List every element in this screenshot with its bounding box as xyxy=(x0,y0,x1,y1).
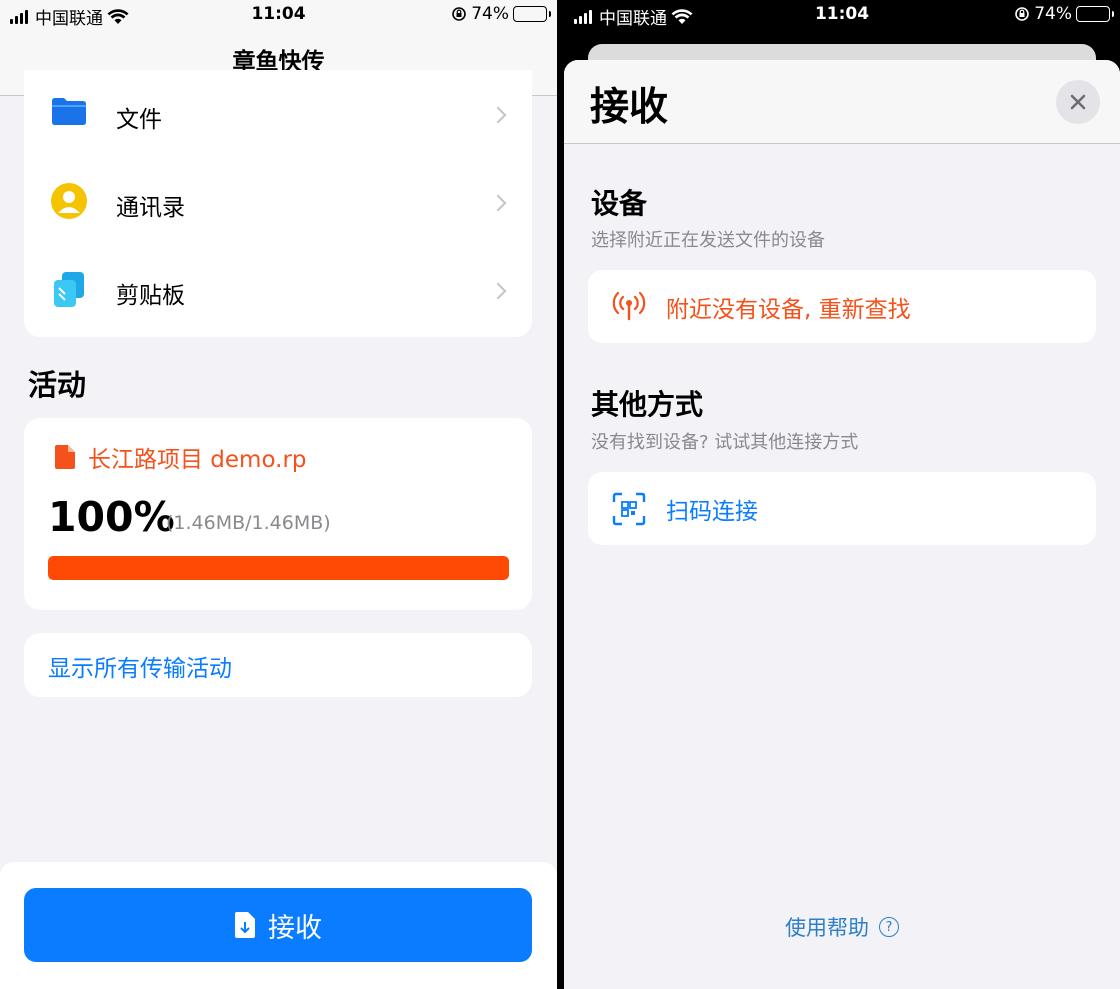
show-all-card[interactable]: 显示所有传输活动 xyxy=(24,633,532,697)
clipboard-icon xyxy=(54,272,84,307)
devices-subtitle: 选择附近正在发送文件的设备 xyxy=(591,230,825,251)
contact-icon xyxy=(51,183,87,219)
status-bar: 中国联通 11:04 74% xyxy=(564,0,1120,30)
progress-percent: 100% xyxy=(48,493,175,541)
progress-bar xyxy=(48,556,509,580)
devices-heading: 设备 xyxy=(591,187,648,220)
close-button[interactable] xyxy=(1056,80,1100,124)
chevron-right-icon xyxy=(489,194,507,212)
question-icon: ? xyxy=(879,917,899,937)
close-icon xyxy=(1070,94,1086,110)
help-link[interactable]: 使用帮助 ? xyxy=(564,912,1120,942)
battery-icon xyxy=(513,6,551,22)
receive-label: 接收 xyxy=(268,912,322,944)
orientation-lock-icon xyxy=(452,7,467,21)
menu-label: 通讯录 xyxy=(116,195,185,221)
scan-connect-text: 扫码连接 xyxy=(666,499,758,525)
other-methods-subtitle: 没有找到设备? 试试其他连接方式 xyxy=(591,432,859,453)
broadcast-icon xyxy=(612,291,646,321)
receive-modal: 接收 设备 选择附近正在发送文件的设备 附近没有设备, 重新查找 其他方式 没有… xyxy=(564,60,1120,989)
rescan-text: 附近没有设备, 重新查找 xyxy=(666,297,911,323)
activity-file: 长江路项目 demo.rp xyxy=(54,440,307,474)
menu-item-contacts[interactable]: 通讯录 xyxy=(24,158,532,246)
other-methods-heading: 其他方式 xyxy=(591,388,704,421)
file-name: 长江路项目 demo.rp xyxy=(88,447,307,473)
receive-button[interactable]: 接收 xyxy=(24,888,532,962)
receive-screen: 中国联通 11:04 74% 接收 设备 选择附近正在发送文件的设备 附近没有设… xyxy=(564,0,1120,989)
battery-area: 74% xyxy=(451,4,551,24)
qr-scan-icon xyxy=(612,492,646,526)
battery-percent: 74% xyxy=(471,4,509,24)
bottom-bar: 接收 xyxy=(0,862,557,989)
status-bar: 中国联通 11:04 74% xyxy=(0,0,557,30)
menu-label: 文件 xyxy=(116,107,162,133)
transfer-size: (1.46MB/1.46MB) xyxy=(166,512,331,534)
progress-fill xyxy=(48,556,509,580)
menu-item-clipboard[interactable]: 剪贴板 xyxy=(24,246,532,334)
battery-icon xyxy=(1076,6,1114,22)
modal-title: 接收 xyxy=(590,85,669,130)
modal-header: 接收 xyxy=(564,60,1120,144)
help-text: 使用帮助 xyxy=(785,916,869,940)
activity-heading: 活动 xyxy=(28,368,87,402)
scan-connect-card[interactable]: 扫码连接 xyxy=(588,472,1096,545)
folder-icon xyxy=(52,98,86,125)
chevron-right-icon xyxy=(489,106,507,124)
show-all-link[interactable]: 显示所有传输活动 xyxy=(48,649,232,683)
rescan-devices-card[interactable]: 附近没有设备, 重新查找 xyxy=(588,270,1096,343)
battery-percent: 74% xyxy=(1034,4,1072,24)
chevron-right-icon xyxy=(489,282,507,300)
menu-card: 文件 通讯录 剪贴板 xyxy=(24,70,532,337)
orientation-lock-icon xyxy=(1015,7,1030,21)
battery-area: 74% xyxy=(1014,4,1114,24)
main-screen: 中国联通 11:04 74% 章鱼快传 文件 通讯录 剪贴板 活动 长江路项目 … xyxy=(0,0,557,989)
activity-card[interactable]: 长江路项目 demo.rp 100% (1.46MB/1.46MB) xyxy=(24,418,532,610)
menu-item-files[interactable]: 文件 xyxy=(24,70,532,158)
file-icon xyxy=(55,445,75,469)
menu-label: 剪贴板 xyxy=(116,283,185,309)
receive-file-icon xyxy=(235,912,255,938)
